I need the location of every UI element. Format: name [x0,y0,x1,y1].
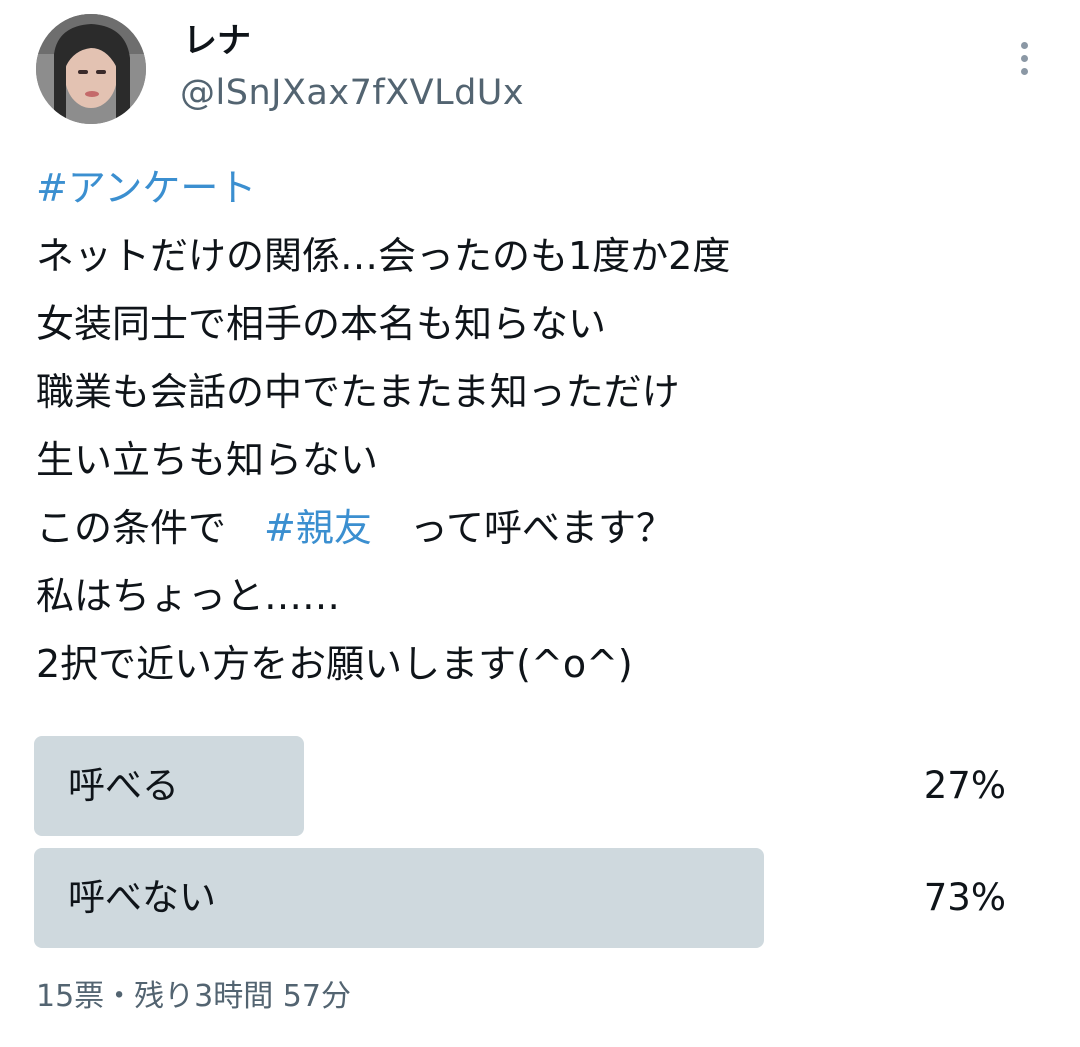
tweet-text-line: #アンケート [36,154,1056,222]
poll-meta: 15票・残り3時間 57分 [36,979,351,1014]
poll: 呼べる 27% 呼べない 73% [34,736,1034,960]
tweet-text-segment: 2択で近い方をお願いします(^o^) [36,642,633,686]
tweet-text-line: 2択で近い方をお願いします(^o^) [36,630,1056,698]
poll-option-percent: 27% [923,764,1006,807]
profile-photo [36,14,146,124]
tweet-text-segment: って呼べます？ [371,506,674,550]
tweet-text-line: 女装同士で相手の本名も知らない [36,290,1056,358]
poll-option[interactable]: 呼べない 73% [34,848,1034,948]
hashtag-link[interactable]: #アンケート [36,166,256,210]
more-vertical-icon-dot [1020,54,1028,62]
more-vertical-icon-dot [1020,67,1028,75]
tweet-text: #アンケートネットだけの関係…会ったのも1度か2度 女装同士で相手の本名も知らない… [36,154,1056,698]
tweet-text-segment: ネットだけの関係…会ったのも1度か2度 [36,234,731,278]
poll-option-label: 呼べない [68,876,216,919]
more-vertical-icon [1020,41,1028,49]
poll-option-percent: 73% [923,876,1006,919]
tweet: レナ @lSnJXax7fXVLdUx #アンケートネットだけの関係…会ったのも… [0,0,1080,1047]
tweet-text-line: この条件で #親友 って呼べます？ [36,494,1056,562]
user-handle[interactable]: @lSnJXax7fXVLdUx [180,70,524,116]
tweet-text-line: 生い立ちも知らない [36,426,1056,494]
display-name[interactable]: レナ [183,18,251,64]
tweet-text-segment: 生い立ちも知らない [36,438,379,482]
more-options-button[interactable] [1004,36,1044,80]
tweet-text-segment: 私はちょっと…… [36,574,341,618]
tweet-text-segment: 女装同士で相手の本名も知らない [36,302,607,346]
poll-option[interactable]: 呼べる 27% [34,736,1034,836]
poll-option-label: 呼べる [68,764,179,807]
avatar[interactable] [36,14,146,124]
tweet-text-line: 職業も会話の中でたまたま知っただけ [36,358,1056,426]
tweet-text-line: ネットだけの関係…会ったのも1度か2度 [36,222,1056,290]
hashtag-link[interactable]: #親友 [264,506,372,550]
tweet-text-line: 私はちょっと…… [36,562,1056,630]
tweet-text-segment: 職業も会話の中でたまたま知っただけ [36,370,680,414]
tweet-text-segment: この条件で [36,506,265,550]
